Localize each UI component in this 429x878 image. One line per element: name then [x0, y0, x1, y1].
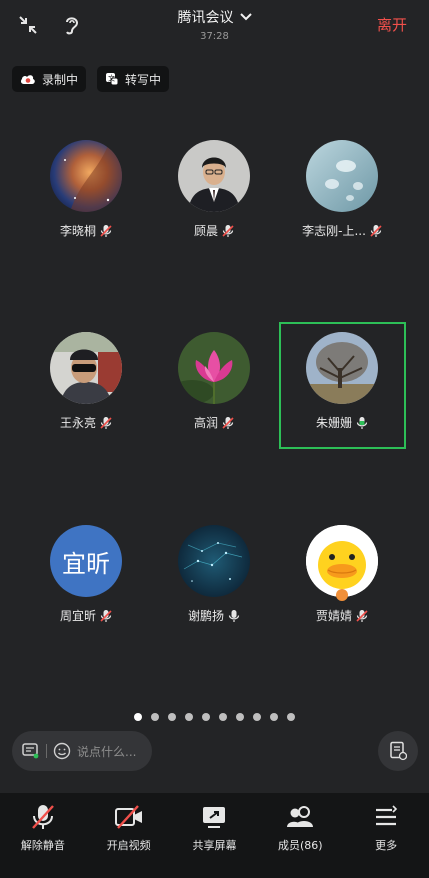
page-indicator[interactable] — [0, 713, 429, 723]
recording-label: 录制中 — [42, 72, 79, 87]
mic-active-icon — [356, 416, 368, 429]
mic-muted-icon — [32, 805, 54, 829]
chevron-down-icon — [239, 13, 252, 21]
participant-tile[interactable]: 谢鹏扬 — [150, 511, 278, 639]
svg-text:文: 文 — [108, 74, 115, 83]
lotus-icon — [178, 332, 250, 404]
mic-muted-icon — [100, 609, 112, 622]
chat-input-bar[interactable]: 说点什么... — [12, 731, 152, 771]
meeting-title: 腾讯会议 — [177, 10, 234, 26]
members-label: 成员(86) — [277, 839, 323, 852]
transcribing-label: 转写中 — [125, 72, 162, 87]
participant-name: 贾婧婧 — [315, 609, 352, 623]
more-label: 更多 — [375, 839, 398, 852]
participant-tile[interactable]: 高润 — [150, 318, 278, 446]
participant-name: 王永亮 — [59, 416, 96, 430]
participant-tile[interactable]: 李晓桐 — [22, 126, 150, 254]
page-dot[interactable] — [185, 713, 193, 721]
page-dot[interactable] — [287, 713, 295, 721]
notes-icon — [390, 741, 407, 761]
participant-tile[interactable]: 贾婧婧 — [278, 511, 406, 639]
participant-tile[interactable]: 李志刚-上... — [278, 126, 406, 254]
meeting-title-area[interactable]: 腾讯会议 37:28 — [0, 7, 429, 42]
page-dot[interactable] — [270, 713, 278, 721]
divider — [46, 744, 47, 758]
page-dot[interactable] — [168, 713, 176, 721]
host-badge-icon — [336, 589, 348, 601]
unmute-label: 解除静音 — [20, 839, 65, 852]
chat-placeholder: 说点什么... — [77, 744, 137, 759]
share-screen-icon — [203, 807, 226, 828]
emoji-icon[interactable] — [53, 742, 71, 760]
participant-tile[interactable]: 朱姗姗 — [278, 318, 406, 446]
chat-icon[interactable] — [22, 743, 40, 759]
page-dot[interactable] — [202, 713, 210, 721]
participant-name: 朱姗姗 — [315, 416, 352, 430]
participant-name: 李志刚-上... — [302, 224, 366, 238]
recording-chip[interactable]: 录制中 — [12, 66, 87, 92]
participant-tile[interactable]: 王永亮 — [22, 318, 150, 446]
participant-name: 顾晨 — [193, 224, 218, 238]
starfield-icon — [178, 525, 250, 597]
members-icon — [287, 806, 314, 827]
members-button[interactable]: 成员(86) — [257, 793, 343, 878]
mic-muted-icon — [222, 224, 234, 237]
start-video-label: 开启视频 — [106, 839, 151, 852]
mic-muted-icon — [100, 224, 112, 237]
participant-tile[interactable]: 顾晨 — [150, 126, 278, 254]
page-dot[interactable] — [236, 713, 244, 721]
unmute-button[interactable]: 解除静音 — [0, 793, 86, 878]
page-dot[interactable] — [134, 713, 142, 721]
notes-button[interactable] — [378, 731, 418, 771]
share-screen-button[interactable]: 共享屏幕 — [172, 793, 258, 878]
mic-muted-icon — [100, 416, 112, 429]
water-drops-icon — [306, 140, 378, 212]
duck-icon — [306, 525, 378, 597]
mic-muted-icon — [356, 609, 368, 622]
participant-name: 周宜昕 — [59, 609, 96, 623]
person-sunglasses-icon — [50, 332, 122, 404]
bottom-toolbar: 解除静音 开启视频 共享屏幕 成员(86) 更多 — [0, 793, 429, 878]
start-video-button[interactable]: 开启视频 — [86, 793, 172, 878]
mic-muted-icon — [370, 224, 382, 237]
mic-muted-icon — [222, 416, 234, 429]
meeting-timer: 37:28 — [200, 31, 229, 42]
share-screen-label: 共享屏幕 — [192, 839, 237, 852]
participant-name: 谢鹏扬 — [187, 609, 224, 623]
tree-icon — [306, 332, 378, 404]
more-button[interactable]: 更多 — [343, 793, 429, 878]
transcribing-chip[interactable]: 文 转写中 — [97, 66, 170, 92]
page-dot[interactable] — [151, 713, 159, 721]
video-off-icon — [114, 805, 142, 829]
text-avatar: 宜昕 — [50, 525, 122, 597]
cloud-record-icon — [20, 75, 35, 84]
person-suit-icon — [178, 140, 250, 212]
page-dot[interactable] — [219, 713, 227, 721]
participant-tile[interactable]: 宜昕 周宜昕 — [22, 511, 150, 639]
participant-name: 李晓桐 — [59, 224, 96, 238]
space-icon — [50, 140, 122, 212]
participant-name: 高润 — [193, 416, 218, 430]
page-dot[interactable] — [253, 713, 261, 721]
top-bar: 腾讯会议 37:28 离开 — [0, 0, 429, 50]
more-menu-icon — [376, 805, 398, 826]
leave-button[interactable]: 离开 — [377, 14, 407, 35]
mic-on-icon — [228, 609, 240, 622]
transcribe-icon: 文 — [106, 73, 119, 86]
